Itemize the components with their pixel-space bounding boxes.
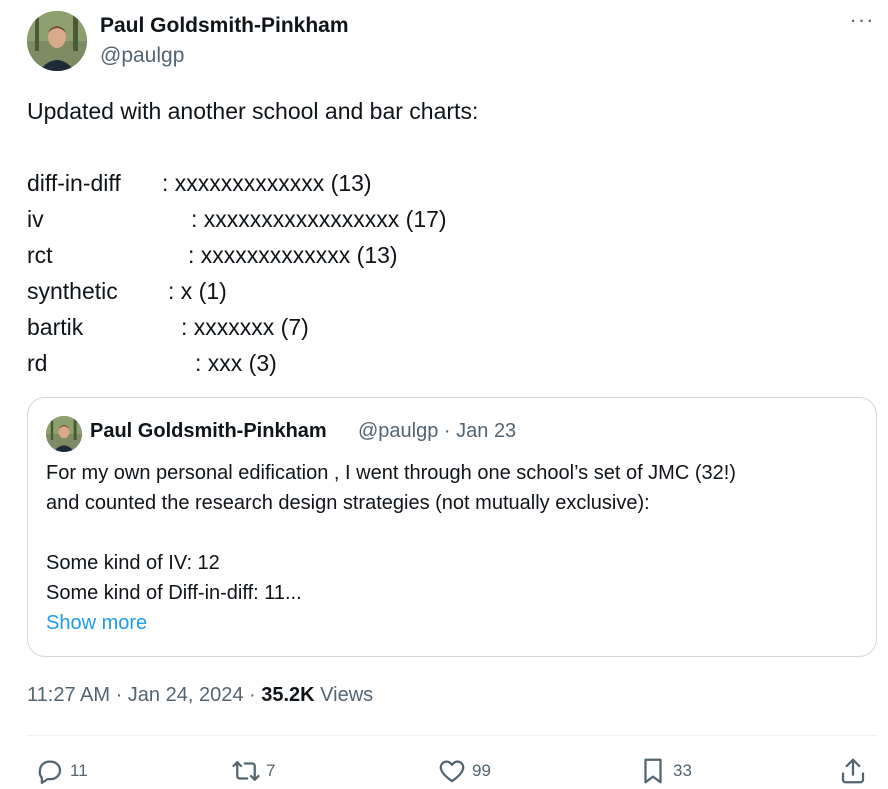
quoted-text-line: Some kind of Diff-in-diff: 11...: [46, 582, 302, 604]
quoted-author-avatar: [46, 416, 82, 452]
more-horizontal-icon: ···: [849, 7, 875, 32]
author-handle[interactable]: @paulgp: [100, 44, 184, 68]
share-button[interactable]: [838, 754, 868, 788]
bookmark-count: 33: [673, 761, 692, 780]
like-count: 99: [472, 761, 491, 780]
show-more-link[interactable]: Show more: [46, 612, 147, 635]
quoted-text-line: For my own personal edification , I went…: [46, 462, 736, 484]
bar-row-value: : xxxxxxxxxxxxx (13): [162, 170, 372, 196]
bar-row-value: : x (1): [168, 278, 227, 304]
share-icon: [841, 758, 865, 784]
tweet-meta: 11:27 AM · Jan 24, 2024 · 35.2K Views: [27, 684, 373, 707]
tweet-timestamp[interactable]: 11:27 AM · Jan 24, 2024 ·: [27, 684, 261, 706]
tweet-intro: Updated with another school and bar char…: [27, 98, 479, 124]
bookmark-button[interactable]: 33: [638, 754, 692, 788]
more-options-button[interactable]: ···: [848, 9, 876, 37]
like-button[interactable]: 99: [437, 754, 491, 788]
author-avatar[interactable]: [27, 11, 87, 71]
divider: [27, 735, 877, 736]
quoted-text-line: Some kind of IV: 12: [46, 552, 220, 574]
reply-icon: [38, 760, 62, 784]
bar-row-label: iv: [27, 206, 44, 232]
bar-row-label: synthetic: [27, 278, 118, 304]
bar-row-label: rct: [27, 242, 53, 268]
quoted-author-name: Paul Goldsmith-Pinkham: [90, 420, 327, 442]
retweet-icon: [232, 761, 260, 781]
bar-row-value: : xxx (3): [195, 350, 277, 376]
bar-row-value: : xxxxxxx (7): [181, 314, 309, 340]
bar-row-value: : xxxxxxxxxxxxx (13): [188, 242, 398, 268]
bookmark-icon: [644, 758, 662, 784]
heart-icon: [439, 760, 465, 783]
bar-row-label: rd: [27, 350, 48, 376]
quoted-text-line: and counted the research design strategi…: [46, 492, 650, 514]
bar-row-label: diff-in-diff: [27, 170, 121, 196]
retweet-count: 7: [266, 761, 276, 780]
retweet-button[interactable]: 7: [231, 754, 275, 788]
bar-row-value: : xxxxxxxxxxxxxxxxx (17): [191, 206, 447, 232]
views-label: Views: [314, 684, 374, 706]
quoted-handle-date: @paulgp · Jan 23: [358, 420, 517, 442]
reply-button[interactable]: 11: [35, 754, 88, 788]
quoted-tweet-card[interactable]: Paul Goldsmith-Pinkham @paulgp · Jan 23 …: [27, 397, 877, 657]
bar-row-label: bartik: [27, 314, 84, 340]
reply-count: 11: [70, 761, 88, 780]
views-count: 35.2K: [261, 684, 315, 706]
author-name[interactable]: Paul Goldsmith-Pinkham: [100, 14, 349, 38]
